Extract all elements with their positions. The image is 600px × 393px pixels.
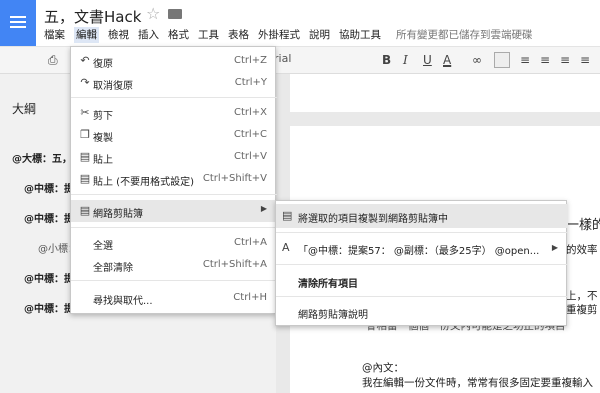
menu-separator bbox=[276, 232, 568, 233]
menu-item-shortcut: Ctrl+H bbox=[233, 292, 267, 303]
align-justify-icon[interactable]: ≡ bbox=[580, 53, 590, 67]
redo-icon: ↷ bbox=[80, 76, 90, 89]
menu-item-redo[interactable]: ↷ 取消復原 Ctrl+Y bbox=[71, 72, 277, 94]
page-break bbox=[290, 112, 600, 126]
menu-insert[interactable]: 插入 bbox=[138, 27, 159, 43]
doc-fragment: 上，不 bbox=[566, 290, 598, 302]
menu-separator bbox=[276, 296, 568, 297]
menu-file[interactable]: 檔案 bbox=[44, 27, 65, 43]
menu-item-shortcut: Ctrl+A bbox=[233, 237, 267, 248]
menu-item-label: 全選 bbox=[93, 241, 113, 252]
menu-view[interactable]: 檢視 bbox=[108, 27, 129, 43]
title-bar: 五，文書Hack ☆ 檔案 編輯 檢視 插入 格式 工具 表格 外掛程式 說明 … bbox=[0, 0, 600, 46]
menu-table[interactable]: 表格 bbox=[228, 27, 249, 43]
menu-item-web-clipboard[interactable]: ▤ 網路剪貼簿 ▶ bbox=[71, 200, 277, 222]
menu-accessibility[interactable]: 協助工具 bbox=[339, 27, 381, 43]
save-status[interactable]: 所有變更都已儲存到雲端硬碟 bbox=[396, 27, 533, 43]
underline-icon[interactable]: U bbox=[423, 53, 432, 67]
doc-content-label: @內文： bbox=[362, 362, 404, 374]
menu-item-label: 複製 bbox=[93, 133, 113, 144]
menu-item-cut[interactable]: ✂ 剪下 Ctrl+X bbox=[71, 102, 277, 124]
folder-icon[interactable] bbox=[168, 9, 182, 19]
menu-item-paste-plain[interactable]: ▤ 貼上 (不要用格式設定) Ctrl+Shift+V bbox=[71, 168, 277, 190]
menu-item-label: 貼上 (不要用格式設定) bbox=[93, 177, 194, 188]
menu-separator bbox=[276, 264, 568, 265]
menu-separator bbox=[71, 227, 277, 228]
web-clipboard-icon: ▤ bbox=[79, 204, 91, 217]
menu-item-shortcut: Ctrl+Z bbox=[233, 55, 267, 66]
menu-item-shortcut: Ctrl+Shift+A bbox=[202, 259, 267, 270]
menu-item-label: 取消復原 bbox=[93, 81, 133, 92]
submenu-clipboard-entry[interactable]: A 「@中標：提案57： @副標：（最多25字） @open... ▶ bbox=[276, 236, 568, 260]
menu-item-shortcut: Ctrl+Shift+V bbox=[202, 173, 267, 184]
edit-menu: ↶ 復原 Ctrl+Z ↷ 取消復原 Ctrl+Y ✂ 剪下 Ctrl+X ❐ … bbox=[70, 46, 277, 314]
copy-icon: ❐ bbox=[80, 128, 90, 141]
outline-title: 大綱 bbox=[12, 102, 37, 116]
doc-fragment: 一樣的 bbox=[566, 218, 600, 233]
align-center-icon[interactable]: ≡ bbox=[540, 53, 550, 67]
clipboard-copy-icon: ▤ bbox=[282, 209, 293, 222]
docs-home-icon[interactable] bbox=[0, 0, 36, 46]
web-clipboard-submenu: ▤ 將選取的項目複製到網路剪貼簿中 A 「@中標：提案57： @副標：（最多25… bbox=[275, 200, 568, 326]
align-left-icon[interactable]: ≡ bbox=[520, 53, 530, 67]
text-entry-icon: A bbox=[282, 241, 290, 254]
italic-icon[interactable]: I bbox=[403, 53, 408, 67]
submenu-arrow-icon: ▶ bbox=[551, 243, 558, 252]
menu-addons[interactable]: 外掛程式 bbox=[258, 27, 300, 43]
align-right-icon[interactable]: ≡ bbox=[560, 53, 570, 67]
outline-item[interactable]: @大標：五， bbox=[12, 150, 72, 165]
menu-item-find-replace[interactable]: 尋找與取代... Ctrl+H bbox=[71, 287, 277, 309]
menu-item-label: 尋找與取代... bbox=[93, 296, 153, 307]
menu-bar: 檔案 編輯 檢視 插入 格式 工具 表格 外掛程式 說明 協助工具 所有變更都已… bbox=[44, 27, 542, 43]
outline-item[interactable]: @中標：提 bbox=[24, 300, 74, 315]
outline-item[interactable]: @中標：提 bbox=[24, 180, 74, 195]
menu-item-label: 全部清除 bbox=[93, 263, 133, 274]
print-icon[interactable]: ⎙ bbox=[48, 53, 58, 68]
menu-separator bbox=[71, 194, 277, 195]
menu-separator bbox=[71, 97, 277, 98]
bold-icon[interactable]: B bbox=[382, 53, 391, 67]
submenu-clear-all[interactable]: 清除所有項目 bbox=[276, 269, 568, 293]
submenu-arrow-icon: ▶ bbox=[260, 204, 267, 213]
submenu-copy-selected[interactable]: ▤ 將選取的項目複製到網路剪貼簿中 bbox=[276, 204, 568, 228]
menu-edit[interactable]: 編輯 bbox=[74, 27, 99, 43]
submenu-item-label: 「@中標：提案57： @副標：（最多25字） @open... bbox=[298, 246, 540, 257]
menu-tools[interactable]: 工具 bbox=[198, 27, 219, 43]
menu-help[interactable]: 說明 bbox=[309, 27, 330, 43]
star-icon[interactable]: ☆ bbox=[146, 4, 160, 23]
menu-item-paste[interactable]: ▤ 貼上 Ctrl+V bbox=[71, 146, 277, 168]
doc-fragment: 重複剪 bbox=[566, 304, 598, 316]
menu-item-label: 網路剪貼簿 bbox=[93, 209, 143, 220]
outline-item[interactable]: @中標：提 bbox=[24, 210, 74, 225]
submenu-item-label: 網路剪貼簿說明 bbox=[298, 310, 368, 321]
menu-item-label: 貼上 bbox=[93, 155, 113, 166]
cut-icon: ✂ bbox=[80, 106, 90, 119]
link-icon[interactable]: ∞ bbox=[472, 53, 482, 67]
outline-item[interactable]: @中標：提 bbox=[24, 270, 74, 285]
menu-item-shortcut: Ctrl+V bbox=[233, 151, 267, 162]
menu-item-shortcut: Ctrl+C bbox=[233, 129, 267, 140]
menu-item-copy[interactable]: ❐ 複製 Ctrl+C bbox=[71, 124, 277, 146]
submenu-item-label: 清除所有項目 bbox=[298, 279, 358, 290]
doc-fragment: 的效率 bbox=[566, 244, 598, 256]
menu-item-undo[interactable]: ↶ 復原 Ctrl+Z bbox=[71, 50, 277, 72]
paste-icon: ▤ bbox=[79, 150, 91, 163]
comment-icon[interactable] bbox=[494, 52, 510, 68]
menu-format[interactable]: 格式 bbox=[168, 27, 189, 43]
undo-icon: ↶ bbox=[80, 54, 90, 67]
menu-item-label: 復原 bbox=[93, 59, 113, 70]
submenu-help[interactable]: 網路剪貼簿說明 bbox=[276, 300, 568, 324]
submenu-item-label: 將選取的項目複製到網路剪貼簿中 bbox=[298, 214, 448, 225]
menu-separator bbox=[71, 280, 277, 281]
menu-item-clear-all[interactable]: 全部清除 Ctrl+Shift+A bbox=[71, 254, 277, 276]
text-color-icon[interactable]: A bbox=[443, 53, 451, 67]
doc-content-line: 我在編輯一份文件時，常常有很多固定要重複輸入 bbox=[362, 377, 593, 389]
menu-item-select-all[interactable]: 全選 Ctrl+A bbox=[71, 232, 277, 254]
menu-item-shortcut: Ctrl+X bbox=[233, 107, 267, 118]
menu-item-shortcut: Ctrl+Y bbox=[234, 77, 267, 88]
paste-plain-icon: ▤ bbox=[79, 172, 91, 185]
doc-title[interactable]: 五，文書Hack bbox=[44, 6, 141, 27]
menu-item-label: 剪下 bbox=[93, 111, 113, 122]
